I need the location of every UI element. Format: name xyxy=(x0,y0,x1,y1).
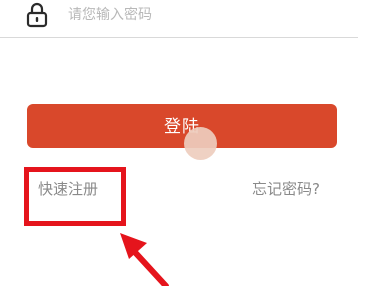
password-field-row xyxy=(0,0,358,38)
login-form: 登陆 快速注册 忘记密码? xyxy=(0,0,368,286)
password-input[interactable] xyxy=(68,2,348,28)
touch-ripple xyxy=(184,127,217,160)
forgot-password-link[interactable]: 忘记密码? xyxy=(252,178,320,199)
highlight-box xyxy=(24,167,126,226)
lock-icon xyxy=(26,2,48,28)
login-button[interactable]: 登陆 xyxy=(27,104,337,148)
arrow-annotation-icon xyxy=(110,225,180,286)
